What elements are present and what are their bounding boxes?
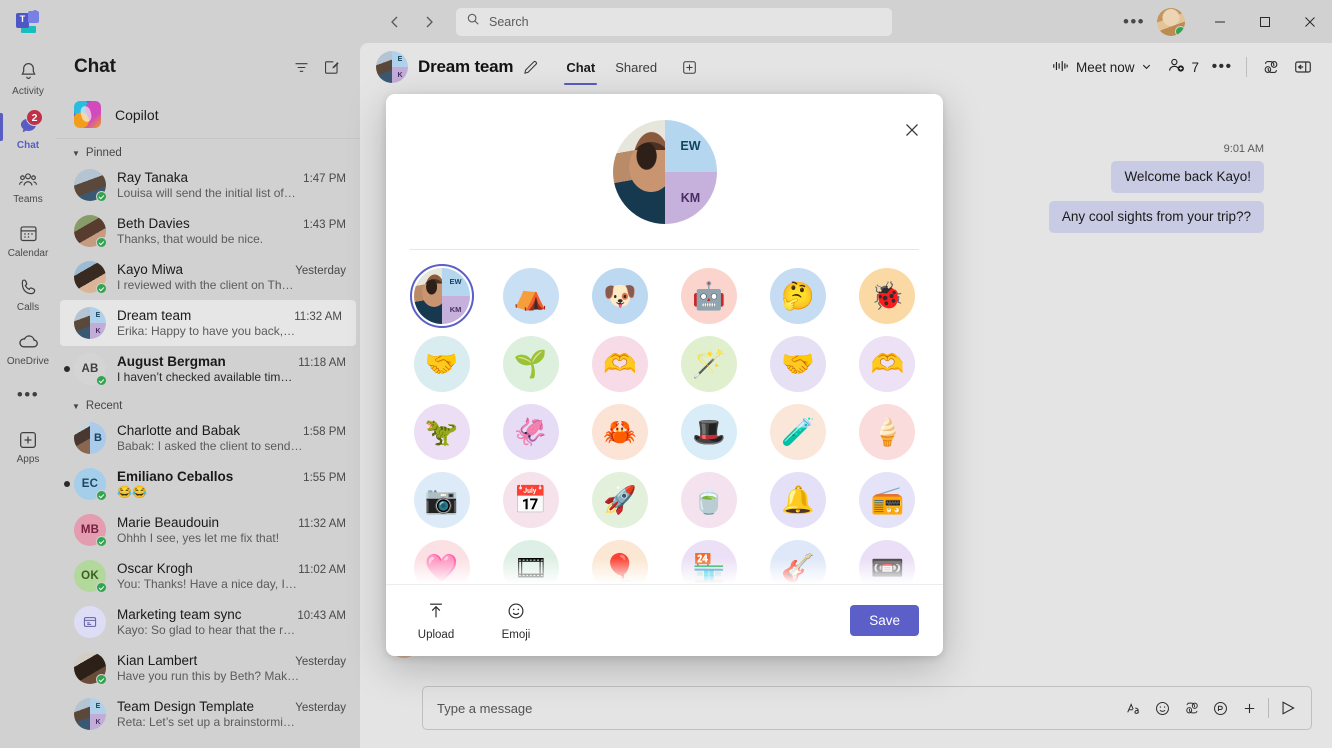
rabbit-hat-icon: 🎩	[692, 416, 726, 447]
avatar-preview-area: EW KM	[386, 94, 943, 249]
octopus-avatar[interactable]: 🦑	[502, 404, 559, 460]
rabbit-hat-avatar[interactable]: 🎩	[681, 404, 738, 460]
change-avatar-dialog: EW KM EW KM ⛺ 🐶 🤖 🤔 🐞 🤝 🌱 🫶 🪄 🤝 🫶 🦖 🦑 🦀 …	[386, 94, 943, 656]
rocket-icon: 🚀	[603, 484, 637, 515]
potion-avatar[interactable]: 🧪	[770, 404, 827, 460]
dog-avatar[interactable]: 🐶	[591, 268, 648, 324]
high-five-icon: 🤝	[424, 348, 459, 379]
boombox-avatar[interactable]: 📻	[859, 472, 916, 528]
magic-wand-icon: 🪄	[692, 348, 726, 379]
emoji-icon	[506, 601, 526, 626]
hot-air-balloon-icon: 🎈	[603, 552, 637, 583]
bell-avatar[interactable]: 🔔	[770, 472, 827, 528]
save-button[interactable]: Save	[850, 605, 919, 636]
avatar-initial: EW	[664, 119, 717, 172]
storefront-icon: 🏪	[692, 552, 726, 583]
film-reel-avatar[interactable]: 🎞	[502, 540, 559, 584]
teams-app-window: Search ••• Activity 2	[0, 0, 1332, 748]
heart-hands-icon: 🫶	[870, 348, 905, 379]
ice-cream-avatar[interactable]: 🍦	[859, 404, 916, 460]
handshake-avatar[interactable]: 🤝	[770, 336, 827, 392]
bug-avatar[interactable]: 🐞	[859, 268, 916, 324]
storefront-avatar[interactable]: 🏪	[681, 540, 738, 584]
camping-icon: ⛺	[513, 280, 548, 311]
rocket-avatar[interactable]: 🚀	[591, 472, 648, 528]
octopus-icon: 🦑	[513, 416, 548, 447]
upload-label: Upload	[417, 628, 455, 641]
robot-icon: 🤖	[692, 280, 726, 311]
camera-icon: 📷	[424, 484, 459, 515]
ice-cream-icon: 🍦	[870, 416, 905, 447]
hot-air-balloon-avatar[interactable]: 🎈	[591, 540, 648, 584]
upload-button[interactable]: Upload	[410, 601, 462, 641]
current-group-avatar[interactable]: EW KM	[409, 264, 474, 328]
emoji-label: Emoji	[501, 628, 531, 641]
care-hands-icon: 🫶	[603, 348, 637, 379]
calendar-avatar[interactable]: 📅	[502, 472, 559, 528]
video-folder-icon: 📼	[870, 552, 905, 583]
avatar-initial: KM	[441, 296, 470, 324]
camera-avatar[interactable]: 📷	[413, 472, 470, 528]
emoji-button[interactable]: Emoji	[490, 601, 542, 641]
avatar-initial: EW	[441, 268, 470, 296]
heart-hands-avatar[interactable]: 🫶	[859, 336, 916, 392]
robot-avatar[interactable]: 🤖	[681, 268, 738, 324]
heart-icon: 🩷	[424, 552, 459, 583]
dino-avatar[interactable]: 🦖	[413, 404, 470, 460]
crab-icon: 🦀	[603, 416, 637, 447]
crab-avatar[interactable]: 🦀	[591, 404, 648, 460]
high-five-avatar[interactable]: 🤝	[413, 336, 470, 392]
bell-icon: 🔔	[781, 484, 816, 515]
thinking-face-avatar[interactable]: 🤔	[770, 268, 827, 324]
heart-avatar[interactable]: 🩷	[413, 540, 470, 584]
plant-hand-avatar[interactable]: 🌱	[502, 336, 559, 392]
potion-icon: 🧪	[781, 416, 816, 447]
dino-icon: 🦖	[424, 416, 459, 447]
care-hands-avatar[interactable]: 🫶	[591, 336, 648, 392]
magic-wand-avatar[interactable]: 🪄	[681, 336, 738, 392]
camping-avatar[interactable]: ⛺	[502, 268, 559, 324]
avatar-preview: EW KM	[612, 119, 717, 224]
guitar-avatar[interactable]: 🎸	[770, 540, 827, 584]
avatar-initial: KM	[664, 171, 717, 224]
thinking-face-icon: 🤔	[781, 280, 816, 311]
teacup-icon: 🍵	[692, 484, 726, 515]
handshake-icon: 🤝	[781, 348, 816, 379]
teacup-avatar[interactable]: 🍵	[681, 472, 738, 528]
film-reel-icon: 🎞	[513, 552, 548, 583]
boombox-icon: 📻	[870, 484, 905, 515]
close-icon[interactable]	[898, 116, 926, 144]
calendar-icon: 📅	[513, 484, 548, 515]
upload-icon	[426, 601, 446, 626]
avatar-grid: EW KM ⛺ 🐶 🤖 🤔 🐞 🤝 🌱 🫶 🪄 🤝 🫶 🦖 🦑 🦀 🎩 🧪 🍦 …	[386, 250, 943, 584]
dialog-footer: Upload Emoji Save	[386, 584, 943, 656]
video-folder-avatar[interactable]: 📼	[859, 540, 916, 584]
bug-icon: 🐞	[870, 280, 905, 311]
dog-icon: 🐶	[603, 280, 637, 311]
plant-icon: 🌱	[513, 348, 548, 379]
guitar-icon: 🎸	[781, 552, 816, 583]
